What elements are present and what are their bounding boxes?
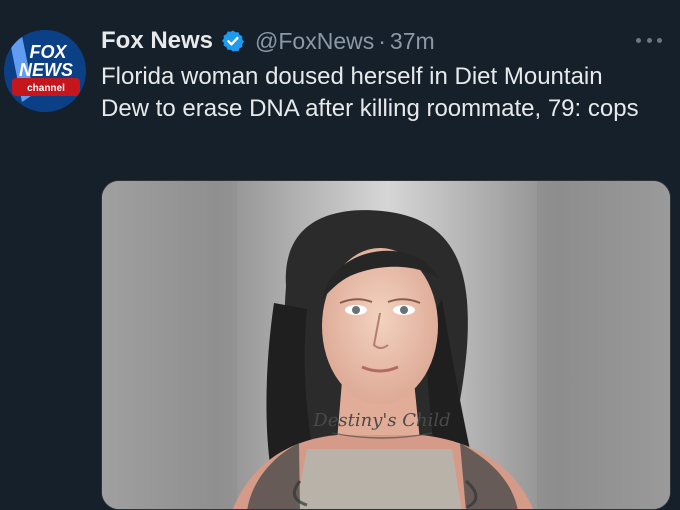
separator-dot: · [378,27,386,54]
tweet-text: Florida woman doused herself in Diet Mou… [101,63,639,122]
fox-news-logo: FOX NEWS channel [4,30,86,112]
more-dot-2 [646,37,652,43]
logo-line-1: FOX [29,42,67,62]
verified-badge-icon [221,29,245,53]
tweet[interactable]: FOX NEWS channel Fox News @FoxNews · 37m… [0,0,680,510]
more-options-icon[interactable] [632,28,666,52]
logo-line-2: NEWS [19,60,73,80]
author-name[interactable]: Fox News [101,27,213,55]
tweet-header: Fox News @FoxNews · 37m [101,25,435,57]
neck-tattoo-text: Destiny's Child [312,410,450,431]
tweet-media-image[interactable]: Destiny's Child [101,180,671,510]
more-dot-1 [636,37,641,43]
more-dot-3 [657,37,662,43]
avatar[interactable]: FOX NEWS channel [4,30,86,112]
author-handle[interactable]: @FoxNews [255,28,374,55]
tweet-timestamp[interactable]: 37m [390,28,435,55]
mugshot-image: Destiny's Child [102,181,670,509]
logo-line-3: channel [27,83,65,94]
